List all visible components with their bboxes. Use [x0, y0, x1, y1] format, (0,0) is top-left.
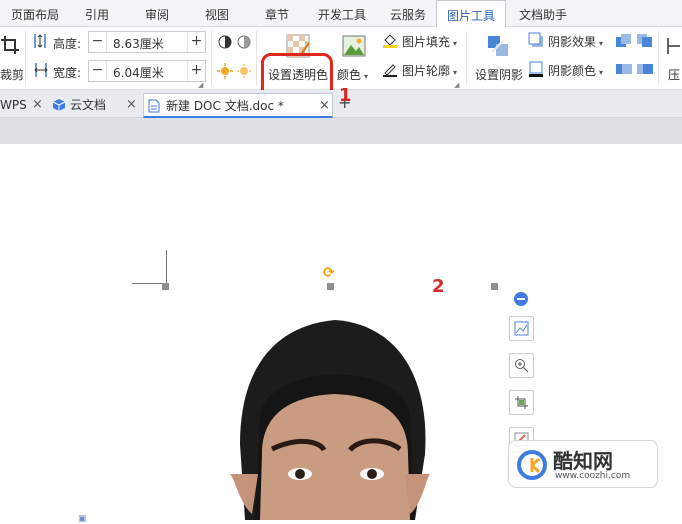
- resize-handle-top-right[interactable]: [491, 283, 498, 290]
- crop-button[interactable]: 裁剪: [0, 31, 24, 83]
- anchor-icon: ▣: [78, 514, 87, 524]
- menu-references[interactable]: 引用: [74, 0, 120, 27]
- shadow-nudge-left-icon[interactable]: [615, 61, 633, 77]
- separator: [658, 31, 659, 85]
- tab-new-doc-label: 新建 DOC 文档.doc *: [166, 99, 284, 113]
- shadow-effect-label: 阴影效果 ▾: [548, 35, 604, 49]
- separator: [211, 31, 212, 85]
- decrease-brightness-icon[interactable]: [236, 63, 252, 79]
- document-canvas: ⟳ 2 ▣ 酷知网 www.coozhi.com: [0, 144, 682, 524]
- size-dialog-launcher-icon[interactable]: ◢: [198, 81, 203, 89]
- crop-label: 裁剪: [0, 68, 25, 82]
- doc-file-icon: [148, 99, 160, 113]
- shadow-effect-icon: [528, 32, 543, 47]
- height-label: 高度:: [53, 37, 82, 51]
- picture-outline-label: 图片轮廓 ▾: [402, 64, 458, 78]
- cloud-doc-icon: [52, 99, 66, 111]
- tab-new-doc-close-icon[interactable]: ×: [319, 94, 330, 118]
- menu-doc-assistant[interactable]: 文档助手: [510, 0, 576, 27]
- crop-picture-button[interactable]: [509, 390, 534, 415]
- set-shadow-label: 设置阴影: [475, 68, 524, 82]
- zoom-preview-button[interactable]: [509, 353, 534, 378]
- decrease-contrast-icon[interactable]: [236, 34, 252, 50]
- collapse-toolbar-icon[interactable]: [513, 291, 529, 307]
- resize-handle-top-left[interactable]: [162, 283, 169, 290]
- shadow-color-label: 阴影颜色 ▾: [548, 64, 604, 78]
- shadow-nudge-up-icon[interactable]: [615, 33, 633, 49]
- portrait-photo[interactable]: [200, 304, 460, 520]
- increase-brightness-icon[interactable]: [217, 63, 233, 79]
- shadow-nudge-down-icon[interactable]: [636, 33, 654, 49]
- height-value[interactable]: 8.63厘米: [113, 35, 164, 52]
- zoom-in-icon: [515, 359, 529, 373]
- width-icon: [34, 63, 48, 77]
- compress-button[interactable]: 压: [664, 31, 682, 83]
- color-label: 颜色 ▾: [337, 68, 369, 82]
- picture-layout-icon: [514, 321, 529, 336]
- width-label: 宽度:: [53, 66, 82, 80]
- picture-dialog-launcher-icon[interactable]: ◢: [454, 81, 459, 89]
- resize-handle-top[interactable]: [327, 283, 334, 290]
- page-corner-mark: [166, 250, 167, 284]
- watermark-url: www.coozhi.com: [555, 471, 631, 481]
- width-value[interactable]: 6.04厘米: [113, 64, 164, 81]
- watermark-brand: 酷知网: [553, 449, 613, 473]
- menu-view[interactable]: 视图: [194, 0, 240, 27]
- height-icon: [34, 34, 46, 48]
- layout-options-button[interactable]: [509, 316, 534, 341]
- tab-wps-label: WPS: [0, 98, 27, 112]
- width-decrease-button[interactable]: −: [89, 61, 107, 81]
- width-stepper[interactable]: − 6.04厘米 +: [88, 60, 206, 82]
- tab-cloud-docs-label: 云文档: [70, 98, 107, 112]
- shadow-icon: [488, 36, 508, 56]
- shadow-nudge-right-icon[interactable]: [636, 61, 654, 77]
- menu-review[interactable]: 审阅: [134, 0, 180, 27]
- compress-label: 压: [668, 68, 681, 82]
- toolbar-gap: [0, 118, 682, 144]
- picture-fill-button[interactable]: 图片填充 ▾: [382, 31, 460, 53]
- picture-color-icon: [342, 35, 366, 57]
- tab-new-doc[interactable]: 新建 DOC 文档.doc * ×: [143, 93, 333, 118]
- shadow-color-button[interactable]: 阴影颜色 ▾: [528, 60, 606, 82]
- shadow-effect-button[interactable]: 阴影效果 ▾: [528, 31, 606, 53]
- watermark: 酷知网 www.coozhi.com: [508, 440, 658, 488]
- separator: [256, 31, 257, 85]
- tab-cloud-docs-close-icon[interactable]: ×: [126, 93, 137, 117]
- height-decrease-button[interactable]: −: [89, 32, 107, 52]
- annotation-step-1: 1: [339, 85, 352, 106]
- crop-icon: [1, 36, 19, 54]
- picture-fill-label: 图片填充 ▾: [402, 35, 458, 49]
- menu-picture-tools[interactable]: 图片工具: [436, 0, 506, 28]
- compress-icon: [667, 38, 680, 54]
- pencil-icon: [383, 64, 397, 77]
- separator: [466, 31, 467, 85]
- menu-developer-tools[interactable]: 开发工具: [310, 0, 374, 27]
- rotate-handle-icon[interactable]: ⟳: [323, 265, 335, 281]
- tab-wps-close-icon[interactable]: ×: [32, 93, 43, 117]
- coozhi-logo-icon: [517, 450, 547, 480]
- menu-bar: 页面布局 引用 审阅 视图 章节 开发工具 云服务 图片工具 文档助手: [0, 0, 682, 28]
- picture-tools-ribbon: 裁剪 高度: − 8.63厘米 + 宽度: − 6.04厘米 + ◢ 设置透明色…: [0, 27, 682, 115]
- set-shadow-button[interactable]: 设置阴影: [472, 31, 524, 83]
- color-button[interactable]: 颜色 ▾: [336, 31, 372, 83]
- height-increase-button[interactable]: +: [187, 32, 205, 52]
- height-stepper[interactable]: − 8.63厘米 +: [88, 31, 206, 53]
- width-increase-button[interactable]: +: [187, 61, 205, 81]
- paint-bucket-icon: [383, 34, 397, 48]
- tab-wps[interactable]: WPS ×: [0, 93, 46, 118]
- picture-outline-button[interactable]: 图片轮廓 ▾: [382, 60, 460, 82]
- separator: [25, 31, 26, 85]
- menu-section[interactable]: 章节: [254, 0, 300, 27]
- tab-cloud-docs[interactable]: 云文档 ×: [50, 93, 142, 118]
- shadow-color-icon: [529, 61, 543, 77]
- menu-page-layout[interactable]: 页面布局: [0, 0, 70, 27]
- annotation-step-2: 2: [432, 276, 445, 297]
- increase-contrast-icon[interactable]: [217, 34, 233, 50]
- crop-picture-icon: [515, 396, 528, 409]
- menu-cloud-service[interactable]: 云服务: [382, 0, 434, 27]
